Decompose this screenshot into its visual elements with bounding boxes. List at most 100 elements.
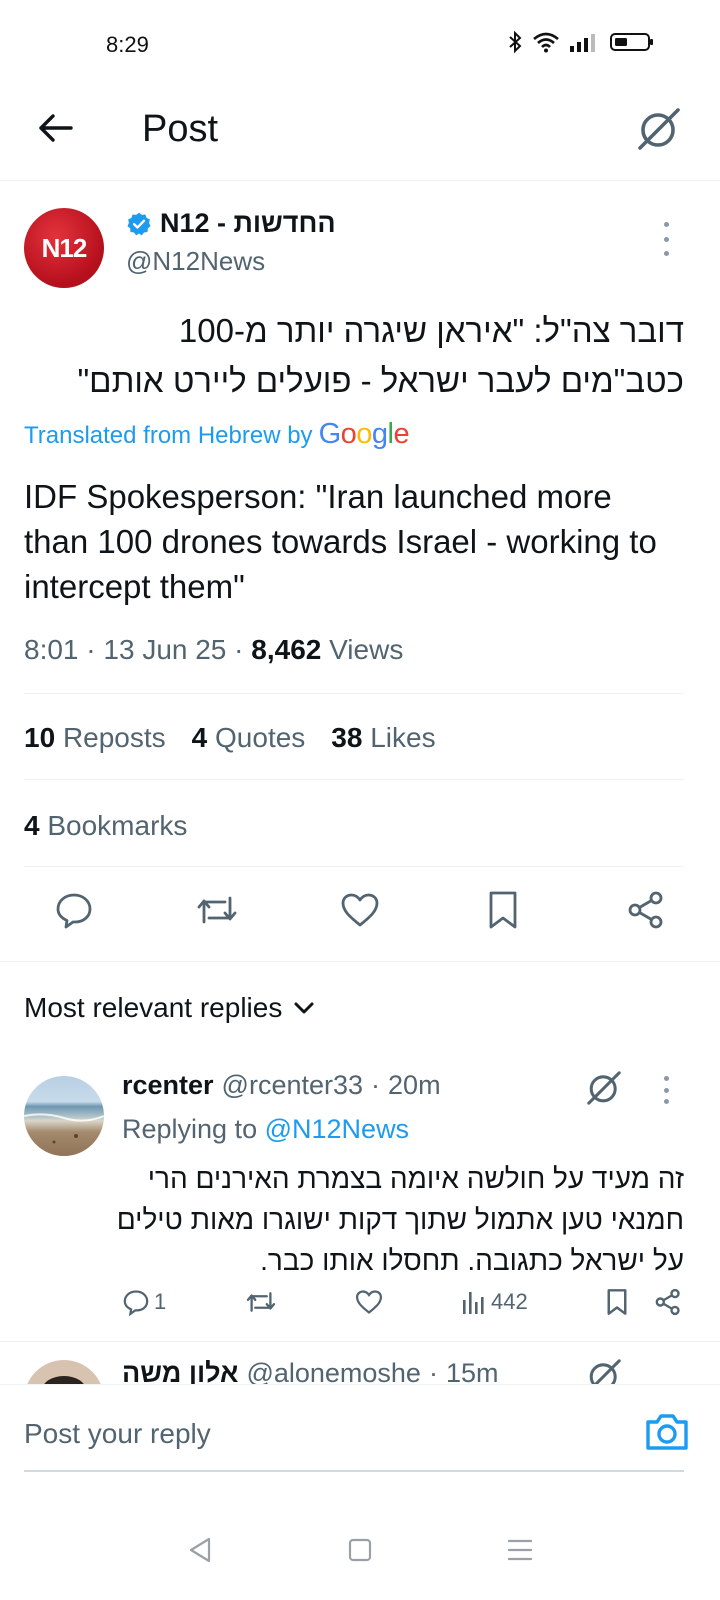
avatar-logo-text: N12	[41, 232, 88, 263]
camera-button[interactable]	[644, 1412, 690, 1456]
square-home-icon	[348, 1538, 372, 1562]
replying-handle-link[interactable]: @N12News	[265, 1114, 409, 1144]
post-action-bar	[0, 888, 720, 942]
reposts-count: 10	[24, 722, 56, 753]
comment-icon	[123, 1290, 149, 1316]
engagement-stats: 10 Reposts 4 Quotes 38 Likes	[24, 722, 436, 754]
menu-lines-icon	[507, 1539, 533, 1561]
bookmarks-stat[interactable]: 4 Bookmarks	[24, 810, 187, 842]
quotes-stat[interactable]: 4 Quotes	[192, 722, 306, 754]
reply-text: זה מעיד על חולשה איומה בצמרת האירנים הרי…	[116, 1163, 684, 1276]
repost-icon	[246, 1292, 275, 1312]
camera-icon	[646, 1414, 688, 1450]
likes-label: Likes	[370, 722, 436, 753]
bookmark-icon	[489, 891, 517, 929]
reply-action-bar: 1 442	[122, 1288, 682, 1316]
reply-reply-count: 1	[154, 1289, 167, 1314]
like-button[interactable]	[338, 888, 382, 932]
repost-button[interactable]	[195, 888, 239, 932]
likes-stat[interactable]: 38 Likes	[331, 722, 435, 754]
reposts-stat[interactable]: 10 Reposts	[24, 722, 166, 754]
nav-home-button[interactable]	[340, 1530, 380, 1570]
more-dot	[663, 236, 669, 242]
divider	[24, 866, 684, 867]
reply-author-name[interactable]: rcenter	[122, 1070, 214, 1101]
replying-label: Replying to	[122, 1114, 258, 1144]
author-name-row[interactable]: N12 - החדשות	[126, 208, 336, 239]
page-title: Post	[142, 108, 219, 150]
quotes-label: Quotes	[215, 722, 306, 753]
author-handle: @N12News	[126, 246, 266, 276]
reply-header: rcenter @rcenter33 · 20m	[122, 1070, 441, 1101]
divider	[0, 961, 720, 962]
more-dot	[663, 1087, 669, 1093]
reply-input[interactable]: Post your reply	[24, 1418, 211, 1450]
nav-recents-button[interactable]	[500, 1530, 540, 1570]
chevron-down-icon	[294, 1002, 314, 1014]
divider	[24, 779, 684, 780]
replying-to: Replying to @N12News	[122, 1114, 409, 1145]
reply-button[interactable]	[52, 888, 96, 932]
post-date: 13 Jun 25	[103, 634, 227, 665]
post-text-line: כטב"מים לעבר ישראל - פועלים ליירט אותם"	[77, 362, 684, 399]
reply-share-button[interactable]	[654, 1288, 682, 1316]
back-button[interactable]	[30, 106, 80, 150]
more-dot	[663, 1076, 669, 1081]
bookmark-button[interactable]	[481, 888, 525, 932]
reply-author-handle[interactable]: @rcenter33	[222, 1070, 363, 1101]
share-icon	[628, 891, 663, 929]
reply-repost-button[interactable]	[245, 1289, 277, 1315]
reply-avatar[interactable]	[24, 1076, 104, 1156]
post-meta: 8:01 · 13 Jun 25 · 8,462 Views	[24, 634, 403, 666]
reply-reply-button[interactable]: 1	[122, 1288, 166, 1316]
reply-views-button[interactable]: 442	[461, 1289, 528, 1315]
nav-back-button[interactable]	[180, 1530, 220, 1570]
more-dot	[663, 1099, 669, 1104]
more-dot	[663, 251, 669, 256]
translation-note[interactable]: Translated from Hebrew by Google	[24, 418, 410, 451]
avatar-photo	[24, 1113, 104, 1144]
bluetooth-icon	[509, 30, 522, 54]
grok-icon	[638, 108, 680, 150]
views-label: Views	[329, 634, 404, 665]
bookmark-icon	[607, 1289, 627, 1315]
compose-top-divider	[0, 1384, 720, 1385]
reply-views-count: 442	[491, 1289, 528, 1314]
translated-label: Translated from Hebrew by	[24, 422, 313, 449]
views-icon	[463, 1292, 484, 1314]
reply-dot: ·	[371, 1070, 381, 1100]
signal-icon	[570, 34, 595, 52]
bookmarks-count: 4	[24, 810, 40, 841]
heart-icon	[355, 1290, 382, 1314]
reply-bookmark-button[interactable]	[606, 1288, 628, 1316]
reposts-label: Reposts	[62, 722, 166, 753]
author-name: N12 - החדשות	[160, 208, 336, 238]
grok-button[interactable]	[634, 104, 684, 154]
post-text-translated: IDF Spokesperson: "Iran launched more th…	[24, 478, 657, 605]
reply-more-button[interactable]	[656, 1076, 676, 1104]
wifi-icon	[533, 32, 559, 53]
post-text-line: דובר צה"ל: "איראן שיגרה יותר מ-100	[178, 312, 684, 349]
divider	[0, 1341, 720, 1342]
grok-icon	[587, 1071, 621, 1105]
reply-grok-button[interactable]	[584, 1068, 624, 1108]
system-nav-bar	[0, 1500, 720, 1600]
post-more-button[interactable]	[656, 222, 676, 256]
meta-separator: ·	[234, 634, 244, 665]
bookmarks-label: Bookmarks	[47, 810, 188, 841]
sort-label: Most relevant replies	[24, 992, 283, 1023]
comment-icon	[56, 893, 92, 929]
status-time: 8:29	[106, 32, 149, 57]
share-button[interactable]	[624, 888, 668, 932]
post-time: 8:01	[24, 634, 79, 665]
author-avatar[interactable]: N12	[24, 208, 104, 288]
more-dot	[663, 222, 669, 227]
repost-icon	[197, 896, 237, 924]
google-logo: Google	[318, 418, 410, 450]
back-arrow-icon	[39, 114, 73, 142]
divider	[24, 693, 684, 694]
replies-sort-dropdown[interactable]: Most relevant replies	[24, 992, 314, 1024]
compose-underline	[24, 1470, 684, 1472]
meta-separator: ·	[86, 634, 96, 665]
reply-like-button[interactable]	[355, 1289, 383, 1315]
